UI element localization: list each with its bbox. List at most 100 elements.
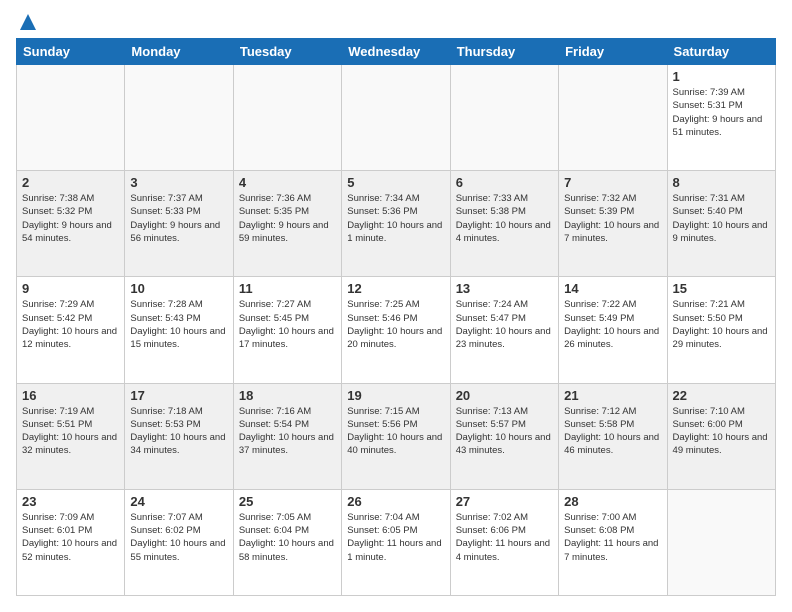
calendar-cell: 26 Sunrise: 7:04 AM Sunset: 6:05 PM Dayli…: [342, 489, 450, 595]
calendar-day-header: Friday: [559, 39, 667, 65]
calendar-week-row: 9 Sunrise: 7:29 AM Sunset: 5:42 PM Daylig…: [17, 277, 776, 383]
day-number: 11: [239, 281, 336, 296]
day-info: Sunrise: 7:27 AM Sunset: 5:45 PM Dayligh…: [239, 298, 336, 351]
day-info: Sunrise: 7:15 AM Sunset: 5:56 PM Dayligh…: [347, 405, 444, 458]
day-info: Sunrise: 7:22 AM Sunset: 5:49 PM Dayligh…: [564, 298, 661, 351]
calendar-cell: 20 Sunrise: 7:13 AM Sunset: 5:57 PM Dayli…: [450, 383, 558, 489]
calendar-cell: 22 Sunrise: 7:10 AM Sunset: 6:00 PM Dayli…: [667, 383, 775, 489]
day-info: Sunrise: 7:00 AM Sunset: 6:08 PM Dayligh…: [564, 511, 661, 564]
day-info: Sunrise: 7:29 AM Sunset: 5:42 PM Dayligh…: [22, 298, 119, 351]
day-info: Sunrise: 7:04 AM Sunset: 6:05 PM Dayligh…: [347, 511, 444, 564]
calendar-cell: [342, 65, 450, 171]
calendar-cell: 24 Sunrise: 7:07 AM Sunset: 6:02 PM Dayli…: [125, 489, 233, 595]
day-info: Sunrise: 7:37 AM Sunset: 5:33 PM Dayligh…: [130, 192, 227, 245]
day-info: Sunrise: 7:16 AM Sunset: 5:54 PM Dayligh…: [239, 405, 336, 458]
calendar-cell: 4 Sunrise: 7:36 AM Sunset: 5:35 PM Daylig…: [233, 171, 341, 277]
calendar-cell: 18 Sunrise: 7:16 AM Sunset: 5:54 PM Dayli…: [233, 383, 341, 489]
day-number: 10: [130, 281, 227, 296]
day-number: 28: [564, 494, 661, 509]
calendar-cell: 17 Sunrise: 7:18 AM Sunset: 5:53 PM Dayli…: [125, 383, 233, 489]
calendar-week-row: 1Sunrise: 7:39 AM Sunset: 5:31 PM Daylig…: [17, 65, 776, 171]
calendar-week-row: 16 Sunrise: 7:19 AM Sunset: 5:51 PM Dayli…: [17, 383, 776, 489]
day-number: 26: [347, 494, 444, 509]
day-number: 22: [673, 388, 770, 403]
logo: [16, 16, 38, 28]
calendar-cell: 19 Sunrise: 7:15 AM Sunset: 5:56 PM Dayli…: [342, 383, 450, 489]
calendar-cell: 2 Sunrise: 7:38 AM Sunset: 5:32 PM Daylig…: [17, 171, 125, 277]
day-info: Sunrise: 7:32 AM Sunset: 5:39 PM Dayligh…: [564, 192, 661, 245]
calendar-cell: 7 Sunrise: 7:32 AM Sunset: 5:39 PM Daylig…: [559, 171, 667, 277]
calendar-cell: [17, 65, 125, 171]
calendar-cell: 11 Sunrise: 7:27 AM Sunset: 5:45 PM Dayli…: [233, 277, 341, 383]
calendar-header-row: SundayMondayTuesdayWednesdayThursdayFrid…: [17, 39, 776, 65]
day-number: 18: [239, 388, 336, 403]
calendar-cell: 10 Sunrise: 7:28 AM Sunset: 5:43 PM Dayli…: [125, 277, 233, 383]
calendar-cell: [233, 65, 341, 171]
calendar-cell: 12 Sunrise: 7:25 AM Sunset: 5:46 PM Dayli…: [342, 277, 450, 383]
day-number: 3: [130, 175, 227, 190]
day-info: Sunrise: 7:05 AM Sunset: 6:04 PM Dayligh…: [239, 511, 336, 564]
day-info: Sunrise: 7:25 AM Sunset: 5:46 PM Dayligh…: [347, 298, 444, 351]
day-number: 1: [673, 69, 770, 84]
calendar-cell: 16 Sunrise: 7:19 AM Sunset: 5:51 PM Dayli…: [17, 383, 125, 489]
day-number: 17: [130, 388, 227, 403]
day-info: Sunrise: 7:33 AM Sunset: 5:38 PM Dayligh…: [456, 192, 553, 245]
calendar-day-header: Tuesday: [233, 39, 341, 65]
day-info: Sunrise: 7:36 AM Sunset: 5:35 PM Dayligh…: [239, 192, 336, 245]
day-info: Sunrise: 7:19 AM Sunset: 5:51 PM Dayligh…: [22, 405, 119, 458]
calendar-cell: [559, 65, 667, 171]
calendar-day-header: Thursday: [450, 39, 558, 65]
day-number: 9: [22, 281, 119, 296]
calendar-day-header: Wednesday: [342, 39, 450, 65]
day-number: 12: [347, 281, 444, 296]
calendar-cell: 27Sunrise: 7:02 AM Sunset: 6:06 PM Dayli…: [450, 489, 558, 595]
calendar-day-header: Monday: [125, 39, 233, 65]
day-info: Sunrise: 7:38 AM Sunset: 5:32 PM Dayligh…: [22, 192, 119, 245]
calendar-cell: 6 Sunrise: 7:33 AM Sunset: 5:38 PM Daylig…: [450, 171, 558, 277]
calendar-cell: 1Sunrise: 7:39 AM Sunset: 5:31 PM Daylig…: [667, 65, 775, 171]
calendar-cell: 9 Sunrise: 7:29 AM Sunset: 5:42 PM Daylig…: [17, 277, 125, 383]
day-number: 27: [456, 494, 553, 509]
calendar-cell: 3 Sunrise: 7:37 AM Sunset: 5:33 PM Daylig…: [125, 171, 233, 277]
day-number: 23: [22, 494, 119, 509]
day-number: 24: [130, 494, 227, 509]
day-number: 25: [239, 494, 336, 509]
page: SundayMondayTuesdayWednesdayThursdayFrid…: [0, 0, 792, 612]
header: [16, 16, 776, 28]
day-number: 7: [564, 175, 661, 190]
calendar-week-row: 23Sunrise: 7:09 AM Sunset: 6:01 PM Dayli…: [17, 489, 776, 595]
calendar-cell: [667, 489, 775, 595]
day-number: 4: [239, 175, 336, 190]
calendar-cell: 23Sunrise: 7:09 AM Sunset: 6:01 PM Dayli…: [17, 489, 125, 595]
day-info: Sunrise: 7:07 AM Sunset: 6:02 PM Dayligh…: [130, 511, 227, 564]
day-info: Sunrise: 7:10 AM Sunset: 6:00 PM Dayligh…: [673, 405, 770, 458]
day-number: 13: [456, 281, 553, 296]
day-number: 21: [564, 388, 661, 403]
calendar-day-header: Sunday: [17, 39, 125, 65]
calendar-day-header: Saturday: [667, 39, 775, 65]
day-info: Sunrise: 7:12 AM Sunset: 5:58 PM Dayligh…: [564, 405, 661, 458]
day-number: 15: [673, 281, 770, 296]
day-number: 5: [347, 175, 444, 190]
calendar-cell: 15 Sunrise: 7:21 AM Sunset: 5:50 PM Dayli…: [667, 277, 775, 383]
day-number: 20: [456, 388, 553, 403]
day-info: Sunrise: 7:18 AM Sunset: 5:53 PM Dayligh…: [130, 405, 227, 458]
calendar-cell: 5 Sunrise: 7:34 AM Sunset: 5:36 PM Daylig…: [342, 171, 450, 277]
day-number: 16: [22, 388, 119, 403]
day-number: 19: [347, 388, 444, 403]
calendar-week-row: 2 Sunrise: 7:38 AM Sunset: 5:32 PM Daylig…: [17, 171, 776, 277]
calendar-cell: 21 Sunrise: 7:12 AM Sunset: 5:58 PM Dayli…: [559, 383, 667, 489]
day-info: Sunrise: 7:21 AM Sunset: 5:50 PM Dayligh…: [673, 298, 770, 351]
calendar-cell: [450, 65, 558, 171]
day-info: Sunrise: 7:24 AM Sunset: 5:47 PM Dayligh…: [456, 298, 553, 351]
day-number: 6: [456, 175, 553, 190]
day-info: Sunrise: 7:34 AM Sunset: 5:36 PM Dayligh…: [347, 192, 444, 245]
day-number: 2: [22, 175, 119, 190]
day-info: Sunrise: 7:13 AM Sunset: 5:57 PM Dayligh…: [456, 405, 553, 458]
calendar-cell: 14 Sunrise: 7:22 AM Sunset: 5:49 PM Dayli…: [559, 277, 667, 383]
calendar-cell: 13 Sunrise: 7:24 AM Sunset: 5:47 PM Dayli…: [450, 277, 558, 383]
calendar-cell: 8Sunrise: 7:31 AM Sunset: 5:40 PM Daylig…: [667, 171, 775, 277]
day-number: 14: [564, 281, 661, 296]
day-info: Sunrise: 7:28 AM Sunset: 5:43 PM Dayligh…: [130, 298, 227, 351]
day-info: Sunrise: 7:31 AM Sunset: 5:40 PM Dayligh…: [673, 192, 770, 245]
